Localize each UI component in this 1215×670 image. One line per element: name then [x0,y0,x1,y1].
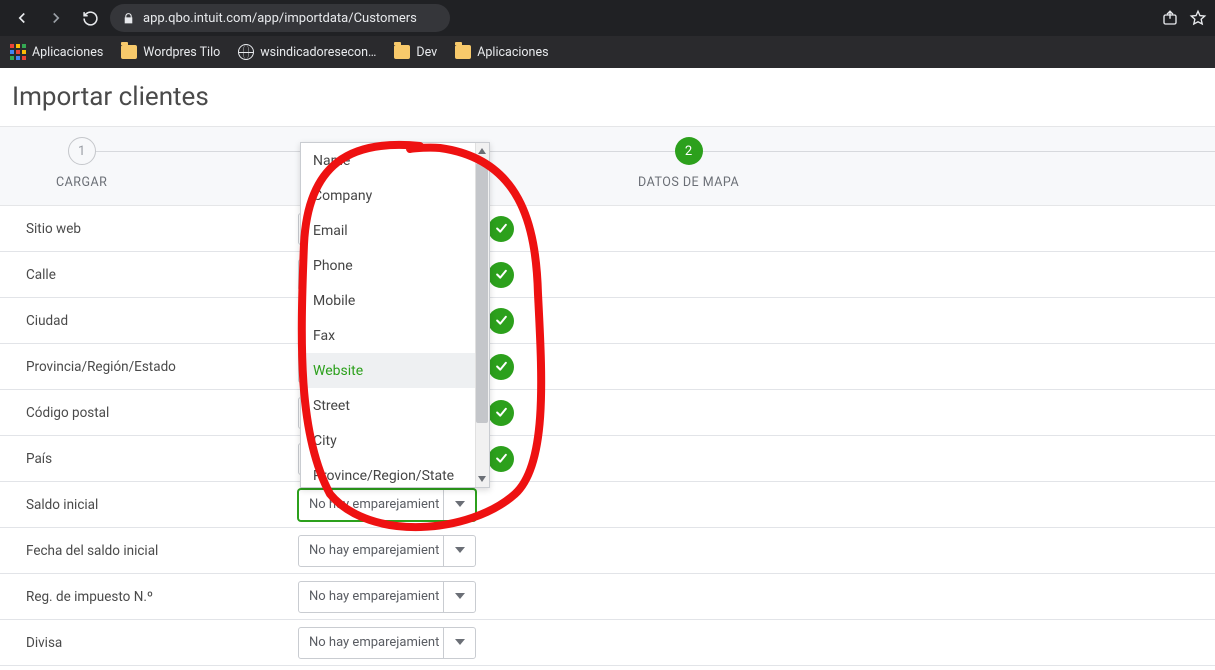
scrollbar-track[interactable] [475,143,489,487]
chevron-down-icon[interactable] [443,490,475,520]
step-label: DATOS DE MAPA [638,175,739,190]
map-row: Ciudad [0,298,1215,344]
star-icon[interactable] [1189,9,1207,27]
lock-icon [122,12,135,25]
dropdown-list: Name Company Email Phone Mobile Fax Webs… [301,143,489,487]
bookmark-apps[interactable]: Aplicaciones [10,44,103,60]
share-icon[interactable] [1161,9,1179,27]
url-bar-row: app.qbo.intuit.com/app/importdata/Custom… [0,0,1215,36]
dropdown-option[interactable]: Email [301,213,489,248]
folder-icon [455,45,471,59]
check-icon [488,400,514,426]
map-row: Provincia/Región/Estado [0,344,1215,390]
map-row: Sitio web [0,206,1215,252]
scrollbar-thumb[interactable] [476,163,488,423]
map-row: Código postal [0,390,1215,436]
bookmark-item[interactable]: wsindicadoresecon… [238,44,376,60]
bookmark-label: Aplicaciones [32,45,103,60]
field-label: Sitio web [26,221,298,237]
step-label: CARGAR [56,175,107,190]
dropdown-option[interactable]: Name [301,143,489,178]
bookmark-label: Aplicaciones [477,45,548,60]
bookmark-item[interactable]: Aplicaciones [455,45,548,60]
scroll-down-icon[interactable] [477,474,487,484]
bookmark-label: Dev [416,45,437,60]
field-label: Código postal [26,405,298,421]
stepper: 1 CARGAR 2 DATOS DE MAPA [0,126,1215,206]
url-field[interactable]: app.qbo.intuit.com/app/importdata/Custom… [110,4,450,32]
step-number: 2 [675,137,703,165]
map-row: Calle [0,252,1215,298]
page-title: Importar clientes [0,68,1215,126]
dropdown-option-selected[interactable]: Website [301,353,489,388]
field-label: Calle [26,267,298,283]
bookmark-item[interactable]: Wordpres Tilo [121,45,220,60]
bookmark-label: Wordpres Tilo [143,45,220,60]
select-value: No hay emparejamient [299,543,443,558]
check-icon [488,262,514,288]
field-select[interactable]: No hay emparejamient [298,535,476,567]
select-value: No hay emparejamient [299,589,443,604]
reload-button[interactable] [76,4,104,32]
field-select[interactable]: No hay emparejamient [298,581,476,613]
folder-icon [121,45,137,59]
dropdown-option[interactable]: Mobile [301,283,489,318]
map-row: DivisaNo hay emparejamient [0,620,1215,666]
dropdown-option[interactable]: Province/Region/State [301,458,489,487]
map-row: Reg. de impuesto N.ºNo hay emparejamient [0,574,1215,620]
select-value: No hay emparejamient [299,635,443,650]
check-icon [488,216,514,242]
step-map-data[interactable]: 2 DATOS DE MAPA [638,137,739,190]
url-text: app.qbo.intuit.com/app/importdata/Custom… [143,11,417,26]
field-label: Divisa [26,635,298,651]
step-upload[interactable]: 1 CARGAR [56,137,107,190]
scroll-up-icon[interactable] [477,146,487,156]
bookmarks-bar: Aplicaciones Wordpres Tilo wsindicadores… [0,36,1215,68]
bookmark-item[interactable]: Dev [394,45,437,60]
dropdown-option[interactable]: Company [301,178,489,213]
field-dropdown[interactable]: Name Company Email Phone Mobile Fax Webs… [300,142,490,488]
step-number: 1 [68,137,96,165]
chevron-down-icon[interactable] [443,536,475,566]
dropdown-option[interactable]: Phone [301,248,489,283]
globe-icon [238,44,254,60]
field-label: País [26,451,298,467]
folder-icon [394,45,410,59]
dropdown-option[interactable]: Fax [301,318,489,353]
check-icon [488,446,514,472]
back-button[interactable] [8,4,36,32]
field-select[interactable]: No hay emparejamient [298,627,476,659]
apps-grid-icon [10,44,26,60]
chevron-down-icon[interactable] [443,582,475,612]
mapping-table: Name Company Email Phone Mobile Fax Webs… [0,206,1215,666]
browser-chrome: app.qbo.intuit.com/app/importdata/Custom… [0,0,1215,68]
check-icon [488,308,514,334]
field-label: Saldo inicial [26,497,298,513]
chevron-down-icon[interactable] [443,628,475,658]
field-label: Fecha del saldo inicial [26,543,298,559]
forward-button[interactable] [42,4,70,32]
field-label: Reg. de impuesto N.º [26,589,298,605]
field-label: Ciudad [26,313,298,329]
select-value: No hay emparejamient [299,497,443,512]
dropdown-option[interactable]: Street [301,388,489,423]
map-row: Saldo inicialNo hay emparejamient [0,482,1215,528]
dropdown-option[interactable]: City [301,423,489,458]
check-icon [488,354,514,380]
field-select[interactable]: No hay emparejamient [298,489,476,521]
bookmark-label: wsindicadoresecon… [260,45,376,60]
map-row: País [0,436,1215,482]
field-label: Provincia/Región/Estado [26,359,298,375]
map-row: Fecha del saldo inicialNo hay emparejami… [0,528,1215,574]
